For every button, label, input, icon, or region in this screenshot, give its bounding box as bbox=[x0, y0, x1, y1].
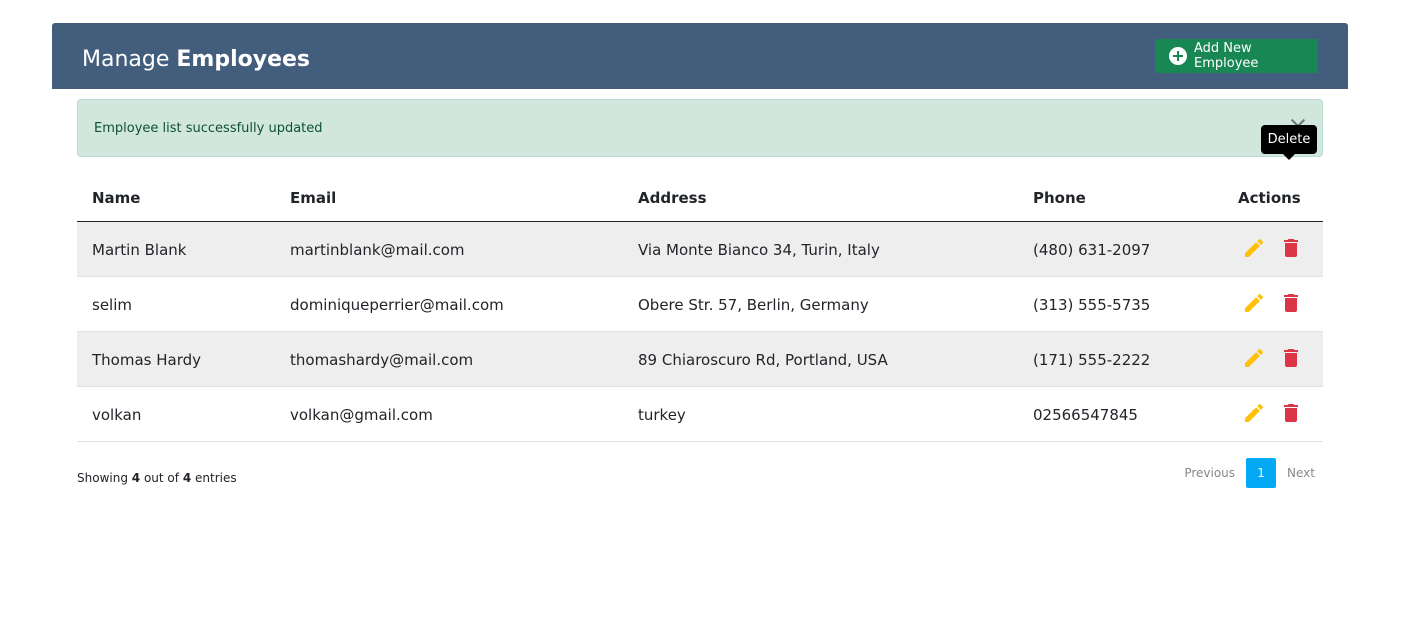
pagination-previous[interactable]: Previous bbox=[1176, 466, 1243, 480]
add-new-employee-label: Add New Employee bbox=[1194, 41, 1259, 71]
trash-icon[interactable] bbox=[1279, 401, 1303, 425]
cell-phone: (480) 631-2097 bbox=[1033, 241, 1151, 259]
pencil-icon[interactable] bbox=[1242, 346, 1266, 370]
showing-mid: out of bbox=[143, 471, 179, 485]
alert-message: Employee list successfully updated bbox=[94, 121, 323, 136]
cell-email: thomashardy@mail.com bbox=[290, 351, 474, 369]
plus-circle-icon bbox=[1169, 47, 1187, 65]
cell-phone: (313) 555-5735 bbox=[1033, 296, 1151, 314]
page-title-part1: Manage bbox=[82, 47, 170, 72]
cell-name: volkan bbox=[92, 406, 142, 424]
table-row: Thomas Hardy thomashardy@mail.com 89 Chi… bbox=[77, 332, 1323, 387]
cell-email: martinblank@mail.com bbox=[290, 241, 465, 259]
employees-table: Name Email Address Phone Actions Martin … bbox=[77, 174, 1323, 442]
column-header-address: Address bbox=[638, 189, 707, 207]
pencil-icon[interactable] bbox=[1242, 401, 1266, 425]
page-title-part2: Employees bbox=[176, 47, 311, 72]
cell-email: volkan@gmail.com bbox=[290, 406, 433, 424]
cell-phone: (171) 555-2222 bbox=[1033, 351, 1151, 369]
add-new-employee-button[interactable]: Add New Employee bbox=[1155, 39, 1318, 73]
delete-tooltip: Delete bbox=[1261, 125, 1317, 160]
column-header-actions: Actions bbox=[1238, 189, 1301, 207]
trash-icon[interactable] bbox=[1279, 346, 1303, 370]
trash-icon[interactable] bbox=[1279, 236, 1303, 260]
cell-address: Obere Str. 57, Berlin, Germany bbox=[638, 296, 869, 314]
pagination: Previous 1 Next bbox=[1176, 458, 1323, 488]
pagination-page-1[interactable]: 1 bbox=[1246, 458, 1277, 488]
table-row: Martin Blank martinblank@mail.com Via Mo… bbox=[77, 222, 1323, 277]
header-bar: Manage Employees Add New Employee bbox=[52, 23, 1348, 89]
entries-summary: Showing 4 out of 4 entries bbox=[77, 470, 237, 486]
cell-address: Via Monte Bianco 34, Turin, Italy bbox=[638, 241, 880, 259]
showing-suffix: entries bbox=[195, 471, 237, 485]
table-row: selim dominiqueperrier@mail.com Obere St… bbox=[77, 277, 1323, 332]
cell-name: Martin Blank bbox=[92, 241, 187, 259]
pencil-icon[interactable] bbox=[1242, 291, 1266, 315]
cell-address: turkey bbox=[638, 406, 686, 424]
column-header-email: Email bbox=[290, 189, 337, 207]
pagination-next[interactable]: Next bbox=[1279, 466, 1323, 480]
page: Manage Employees Add New Employee Employ… bbox=[0, 0, 1408, 617]
column-header-phone: Phone bbox=[1033, 189, 1086, 207]
showing-total: 4 bbox=[182, 471, 192, 485]
table-row: volkan volkan@gmail.com turkey 025665478… bbox=[77, 387, 1323, 442]
showing-prefix: Showing bbox=[77, 471, 128, 485]
table-header: Name Email Address Phone Actions bbox=[77, 174, 1323, 222]
cell-name: Thomas Hardy bbox=[92, 351, 202, 369]
cell-phone: 02566547845 bbox=[1033, 406, 1138, 424]
showing-count: 4 bbox=[131, 471, 141, 485]
success-alert: Employee list successfully updated bbox=[77, 99, 1323, 157]
pencil-icon[interactable] bbox=[1242, 236, 1266, 260]
cell-email: dominiqueperrier@mail.com bbox=[290, 296, 504, 314]
cell-name: selim bbox=[92, 296, 132, 314]
column-header-name: Name bbox=[92, 189, 141, 207]
cell-address: 89 Chiaroscuro Rd, Portland, USA bbox=[638, 351, 888, 369]
trash-icon[interactable] bbox=[1279, 291, 1303, 315]
page-title: Manage Employees bbox=[82, 45, 310, 75]
